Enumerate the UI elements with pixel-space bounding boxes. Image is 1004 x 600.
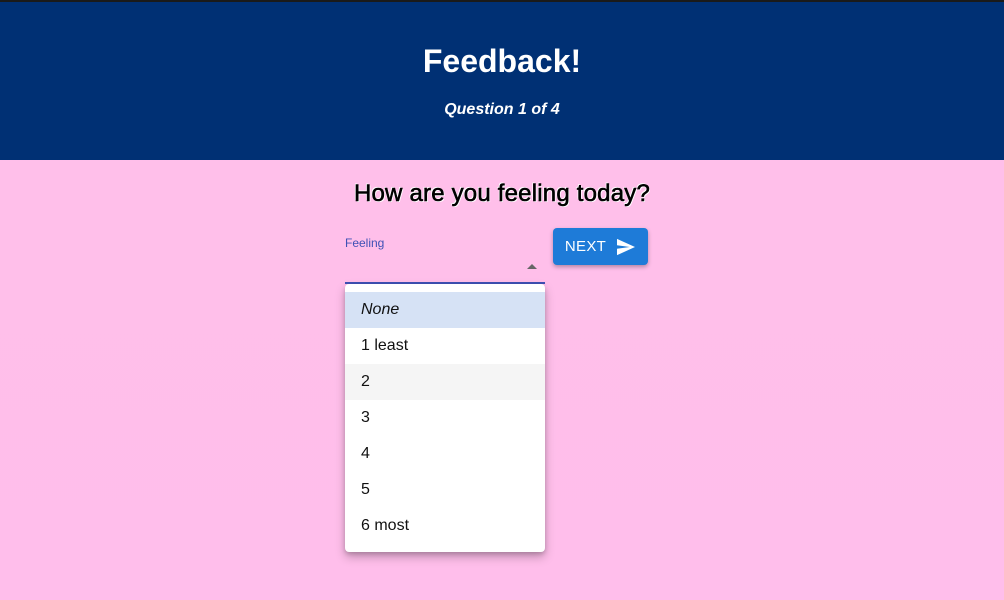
menu-option-2[interactable]: 2 [345,364,545,400]
next-button-label: NEXT [564,238,607,255]
question-text: How are you feeling today? [353,180,651,208]
menu-option-1[interactable]: 1 least [345,328,545,364]
menu-option-5[interactable]: 5 [345,472,545,508]
feeling-select[interactable]: Feeling [345,230,545,284]
menu-option-3[interactable]: 3 [345,400,545,436]
next-button[interactable]: NEXT [553,228,648,265]
menu-option-4[interactable]: 4 [345,436,545,472]
feeling-select-label: Feeling [345,236,385,250]
feeling-options-menu: None 1 least 2 3 4 5 6 most [345,284,545,552]
page-title: Feedback! [422,43,582,79]
dropdown-arrow-icon[interactable] [527,264,537,269]
question-counter: Question 1 of 4 [444,101,560,118]
page-header: Feedback! Question 1 of 4 [0,2,1004,160]
menu-option-none[interactable]: None [345,292,545,328]
menu-option-6[interactable]: 6 most [345,508,545,544]
send-icon [617,238,636,255]
